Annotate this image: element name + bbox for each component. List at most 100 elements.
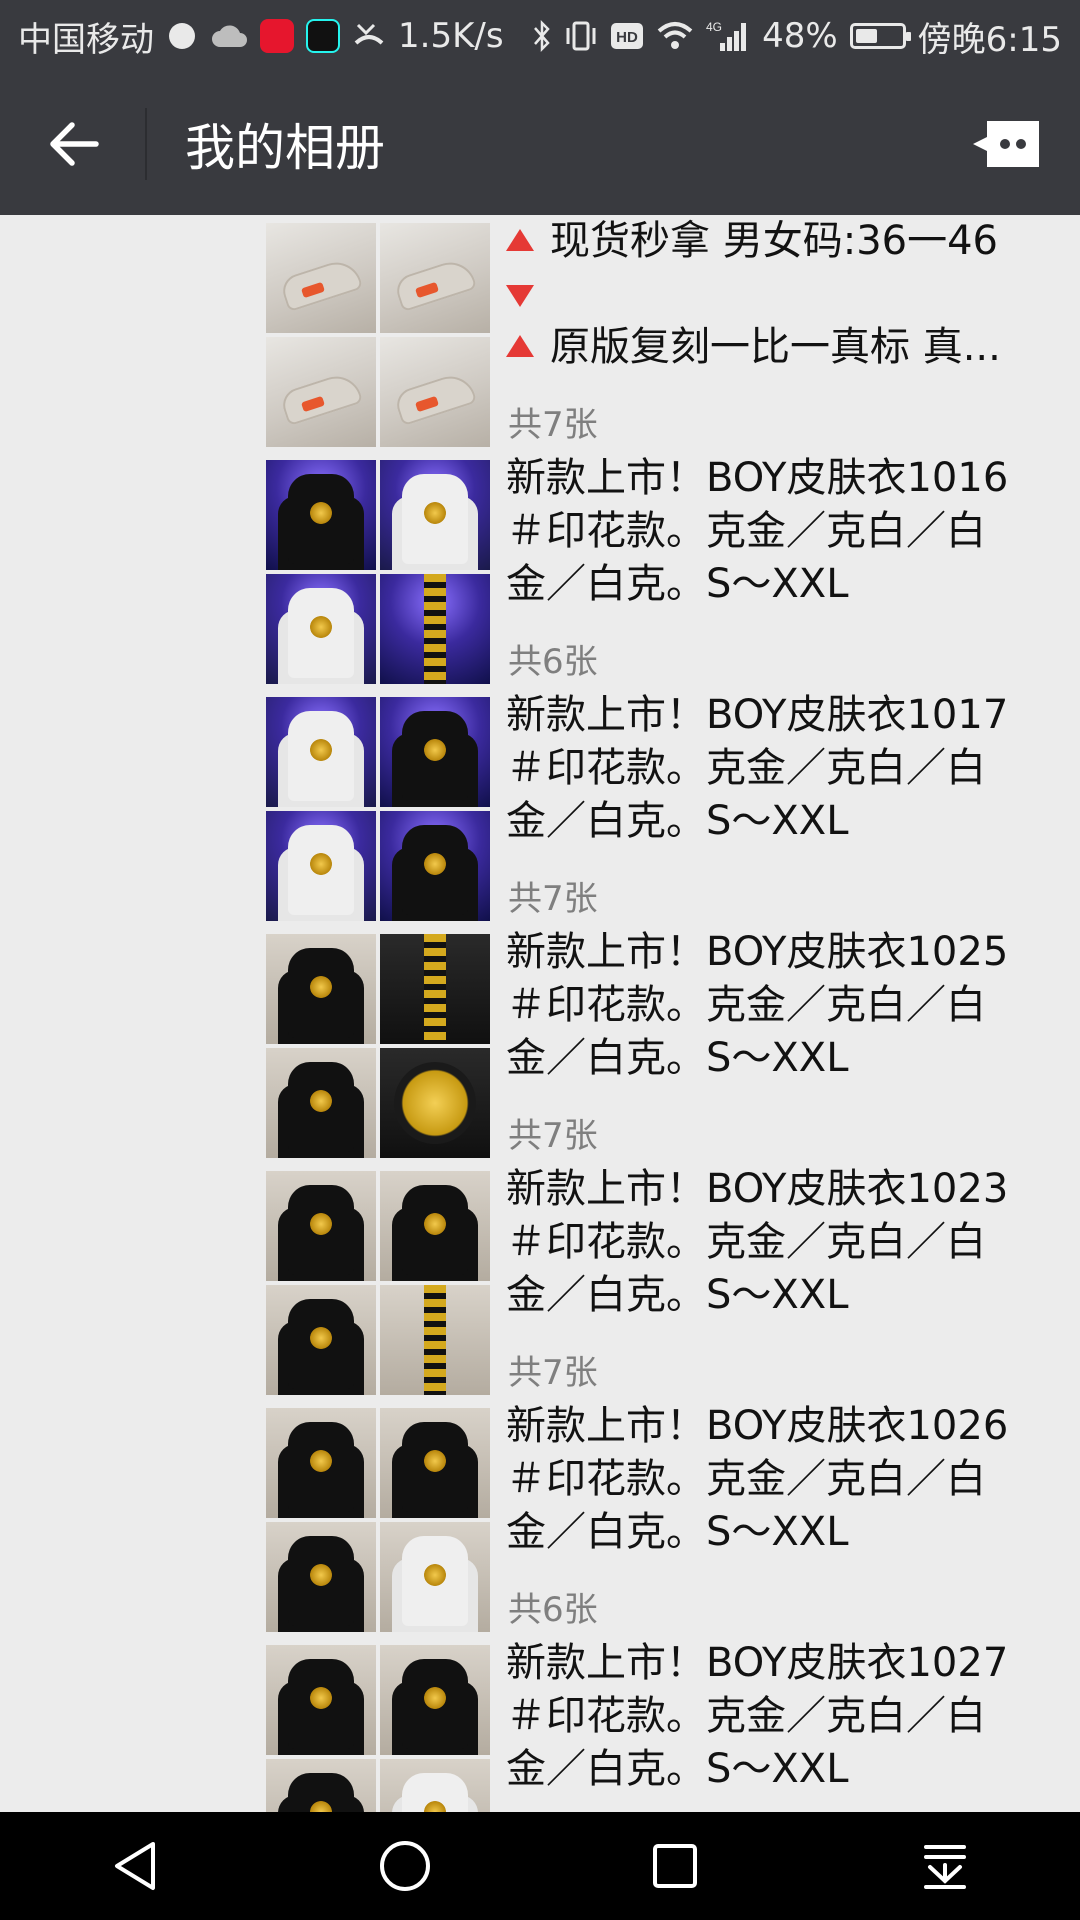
caption-line: 新款上市！BOY皮肤衣1027 [506,1637,1026,1690]
album-thumbnail [380,1048,490,1158]
album-thumbnail [380,1285,490,1395]
caption-text: ＃印花款。克金／克白／白 [506,508,986,554]
album-thumbnail-grid[interactable] [266,934,490,1158]
caption-text: 现货秒拿 男女码:36一46 [550,218,998,264]
album-thumbnail [266,1171,376,1281]
print-stripe [424,574,446,684]
album-caption: 新款上市！BOY皮肤衣1016 ＃印花款。克金／克白／白 金／白克。S～XXL [506,452,1026,611]
caption-line: ＃印花款。克金／克白／白 [506,505,1026,558]
album-thumbnail [266,460,376,570]
eagle-emblem [394,1062,476,1144]
status-bar: 中国移动 1.5K/s HD 4G 48% 傍晚6:15 [0,0,1080,72]
album-list[interactable]: 现货秒拿 男女码:36一46 原版复刻一比一真标 真... 共7张 新款上市！BOY皮… [0,215,1080,1812]
album-thumbnail [380,1408,490,1518]
caption-line: 金／白克。S～XXL [506,558,1026,611]
album-thumbnail [266,934,376,1044]
album-item[interactable]: 新款上市！BOY皮肤衣1023 ＃印花款。克金／克白／白 金／白克。S～XXL 共7张 [0,1163,1080,1400]
caption-text: ＃印花款。克金／克白／白 [506,982,986,1028]
caption-text: 金／白克。S～XXL [506,1035,849,1081]
album-thumbnail [266,1408,376,1518]
red-triangle-up-icon [506,229,534,251]
album-item[interactable]: 现货秒拿 男女码:36一46 原版复刻一比一真标 真... 共7张 [0,215,1080,452]
album-thumbnail [380,1759,490,1812]
album-thumbnail [266,1645,376,1755]
tiktok-icon [306,19,340,53]
album-caption: 新款上市！BOY皮肤衣1027 ＃印花款。克金／克白／白 金／白克。S～XXL [506,1637,1026,1796]
caption-line: 金／白克。S～XXL [506,1032,1026,1085]
print-stripe [424,934,446,1044]
red-triangle-up-icon [506,335,534,357]
album-thumbnail [266,1285,376,1395]
album-thumbnail [266,1522,376,1632]
vibrate-icon [564,16,598,56]
album-thumbnail [266,1048,376,1158]
caption-text: 新款上市！BOY皮肤衣1017 [506,692,1009,738]
caption-line: ＃印花款。克金／克白／白 [506,1690,1026,1743]
nav-home-button[interactable] [345,1812,465,1920]
caption-line: 原版复刻一比一真标 真... [506,321,1026,374]
album-thumbnail-grid[interactable] [266,1408,490,1632]
hd-icon: HD [610,16,644,56]
album-thumbnail-grid[interactable] [266,697,490,921]
album-thumbnail-grid[interactable] [266,223,490,447]
caption-line: ＃印花款。克金／克白／白 [506,1216,1026,1269]
album-thumbnail [380,223,490,333]
nav-back-button[interactable] [75,1812,195,1920]
nav-notification-button[interactable] [885,1812,1005,1920]
album-thumbnail [266,223,376,333]
album-caption: 现货秒拿 男女码:36一46 原版复刻一比一真标 真... [506,215,1026,374]
album-thumbnail [266,1759,376,1812]
album-thumbnail [380,460,490,570]
caption-text: 金／白克。S～XXL [506,1509,849,1555]
caption-line: 金／白克。S～XXL [506,1269,1026,1322]
album-thumbnail [380,934,490,1044]
caption-text: 金／白克。S～XXL [506,561,849,607]
caption-text: 金／白克。S～XXL [506,1272,849,1318]
album-thumbnail [380,1522,490,1632]
photo-count: 共7张 [508,1116,598,1156]
caption-line: 新款上市！BOY皮肤衣1025 [506,926,1026,979]
album-thumbnail [380,697,490,807]
album-thumbnail [266,574,376,684]
caption-line: 新款上市！BOY皮肤衣1026 [506,1400,1026,1453]
album-thumbnail [380,337,490,447]
album-item[interactable]: 新款上市！BOY皮肤衣1026 ＃印花款。克金／克白／白 金／白克。S～XXL 共6张 [0,1400,1080,1637]
more-button[interactable] [968,72,1044,215]
caption-line: ＃印花款。克金／克白／白 [506,979,1026,1032]
caption-text: 金／白克。S～XXL [506,798,849,844]
album-caption: 新款上市！BOY皮肤衣1017 ＃印花款。克金／克白／白 金／白克。S～XXL [506,689,1026,848]
caption-text: 新款上市！BOY皮肤衣1023 [506,1166,1009,1212]
cloud-icon [210,16,248,56]
system-nav-bar [0,1812,1080,1920]
print-stripe [424,1285,446,1395]
header-divider [145,107,147,180]
photo-count: 共7张 [508,405,598,445]
caption-line: 金／白克。S～XXL [506,1506,1026,1559]
page-title: 我的相册 [185,118,385,177]
album-item[interactable]: 新款上市！BOY皮肤衣1016 ＃印花款。克金／克白／白 金／白克。S～XXL 共6张 [0,452,1080,689]
carrier-name: 中国移动 [18,19,154,60]
recents-square-icon [653,1844,697,1888]
album-thumbnail-grid[interactable] [266,1645,490,1812]
svg-text:4G: 4G [706,20,722,34]
net-speed: 1.5K/s [398,16,504,56]
photo-count: 共6张 [508,642,598,682]
album-thumbnail-grid[interactable] [266,1171,490,1395]
battery-icon [849,23,911,49]
album-thumbnail [266,697,376,807]
album-item[interactable]: 新款上市！BOY皮肤衣1025 ＃印花款。克金／克白／白 金／白克。S～XXL 共7张 [0,926,1080,1163]
album-thumbnail-grid[interactable] [266,460,490,684]
photo-count: 共7张 [508,1353,598,1393]
album-item[interactable]: 新款上市！BOY皮肤衣1017 ＃印花款。克金／克白／白 金／白克。S～XXL 共7张 [0,689,1080,926]
album-thumbnail [380,574,490,684]
clock: 傍晚6:15 [917,19,1062,60]
back-button[interactable] [0,72,145,215]
red-triangle-down-icon [506,285,534,307]
album-item[interactable]: 新款上市！BOY皮肤衣1027 ＃印花款。克金／克白／白 金／白克。S～XXL [0,1637,1080,1812]
album-thumbnail [266,337,376,447]
album-thumbnail [266,811,376,921]
nav-recents-button[interactable] [615,1812,735,1920]
caption-text: 金／白克。S～XXL [506,1746,849,1792]
caption-line: 新款上市！BOY皮肤衣1023 [506,1163,1026,1216]
photo-count: 共6张 [508,1590,598,1630]
